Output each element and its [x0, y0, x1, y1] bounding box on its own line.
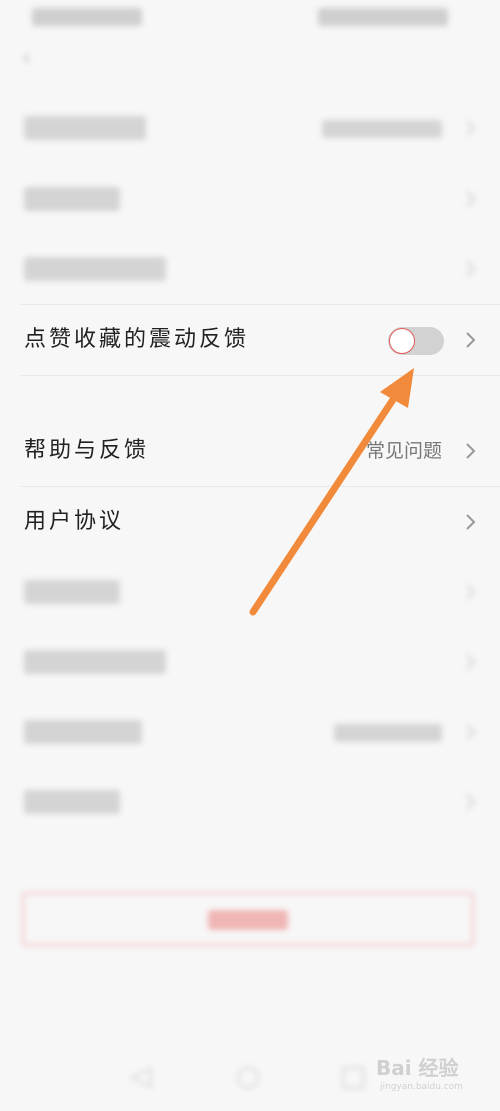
- row-value: [334, 719, 442, 745]
- chevron-right-icon: [466, 794, 476, 810]
- divider: [20, 375, 500, 376]
- chevron-right-icon: [466, 191, 476, 207]
- status-bar: [0, 0, 500, 36]
- chevron-right-icon: [466, 261, 476, 277]
- settings-row-user-agreement[interactable]: 用户协议: [0, 487, 500, 557]
- settings-row-version[interactable]: [0, 697, 500, 767]
- row-label: [24, 254, 166, 284]
- logout-button[interactable]: [22, 892, 474, 946]
- row-value: [322, 115, 442, 141]
- row-label: [24, 113, 146, 143]
- back-button[interactable]: ‹: [22, 48, 44, 70]
- settings-row-history[interactable]: [0, 164, 500, 234]
- settings-row-account[interactable]: [0, 93, 500, 163]
- chevron-right-icon: [466, 514, 476, 530]
- chevron-right-icon: [466, 724, 476, 740]
- logout-label: [24, 906, 472, 930]
- row-label: [24, 184, 120, 214]
- chevron-right-icon: [466, 332, 476, 348]
- row-label: 点赞收藏的震动反馈: [24, 327, 250, 352]
- row-label: [24, 787, 120, 817]
- chevron-right-icon: [466, 120, 476, 136]
- row-label: 用户协议: [24, 509, 125, 534]
- nav-home-icon[interactable]: ○: [236, 1062, 260, 1090]
- watermark-sub: jingyan.baidu.com: [380, 1082, 464, 1092]
- row-label: [24, 717, 142, 747]
- baidu-jingyan-watermark: Bai 经验 jingyan.baidu.com: [376, 1052, 486, 1102]
- chevron-right-icon: [466, 584, 476, 600]
- settings-row-notifications[interactable]: [0, 234, 500, 304]
- settings-row-privacy[interactable]: [0, 557, 500, 627]
- chevron-right-icon: [466, 443, 476, 459]
- settings-row-about[interactable]: [0, 627, 500, 697]
- settings-row-help-feedback[interactable]: 帮助与反馈 常见问题: [0, 416, 500, 486]
- vibration-toggle[interactable]: [388, 327, 444, 355]
- toggle-knob: [389, 328, 415, 354]
- row-label: [24, 647, 166, 677]
- settings-row-vibration-feedback[interactable]: 点赞收藏的震动反馈: [0, 305, 500, 375]
- row-label: 帮助与反馈: [24, 438, 150, 463]
- row-value: 常见问题: [365, 440, 442, 462]
- nav-back-icon[interactable]: ◁: [130, 1062, 152, 1090]
- watermark-main: Bai 经验: [376, 1056, 459, 1080]
- settings-row-clear-cache[interactable]: [0, 767, 500, 837]
- row-label: [24, 577, 120, 607]
- status-left: [32, 8, 142, 26]
- status-right: [318, 8, 448, 26]
- nav-recents-icon[interactable]: □: [340, 1062, 366, 1090]
- chevron-right-icon: [466, 654, 476, 670]
